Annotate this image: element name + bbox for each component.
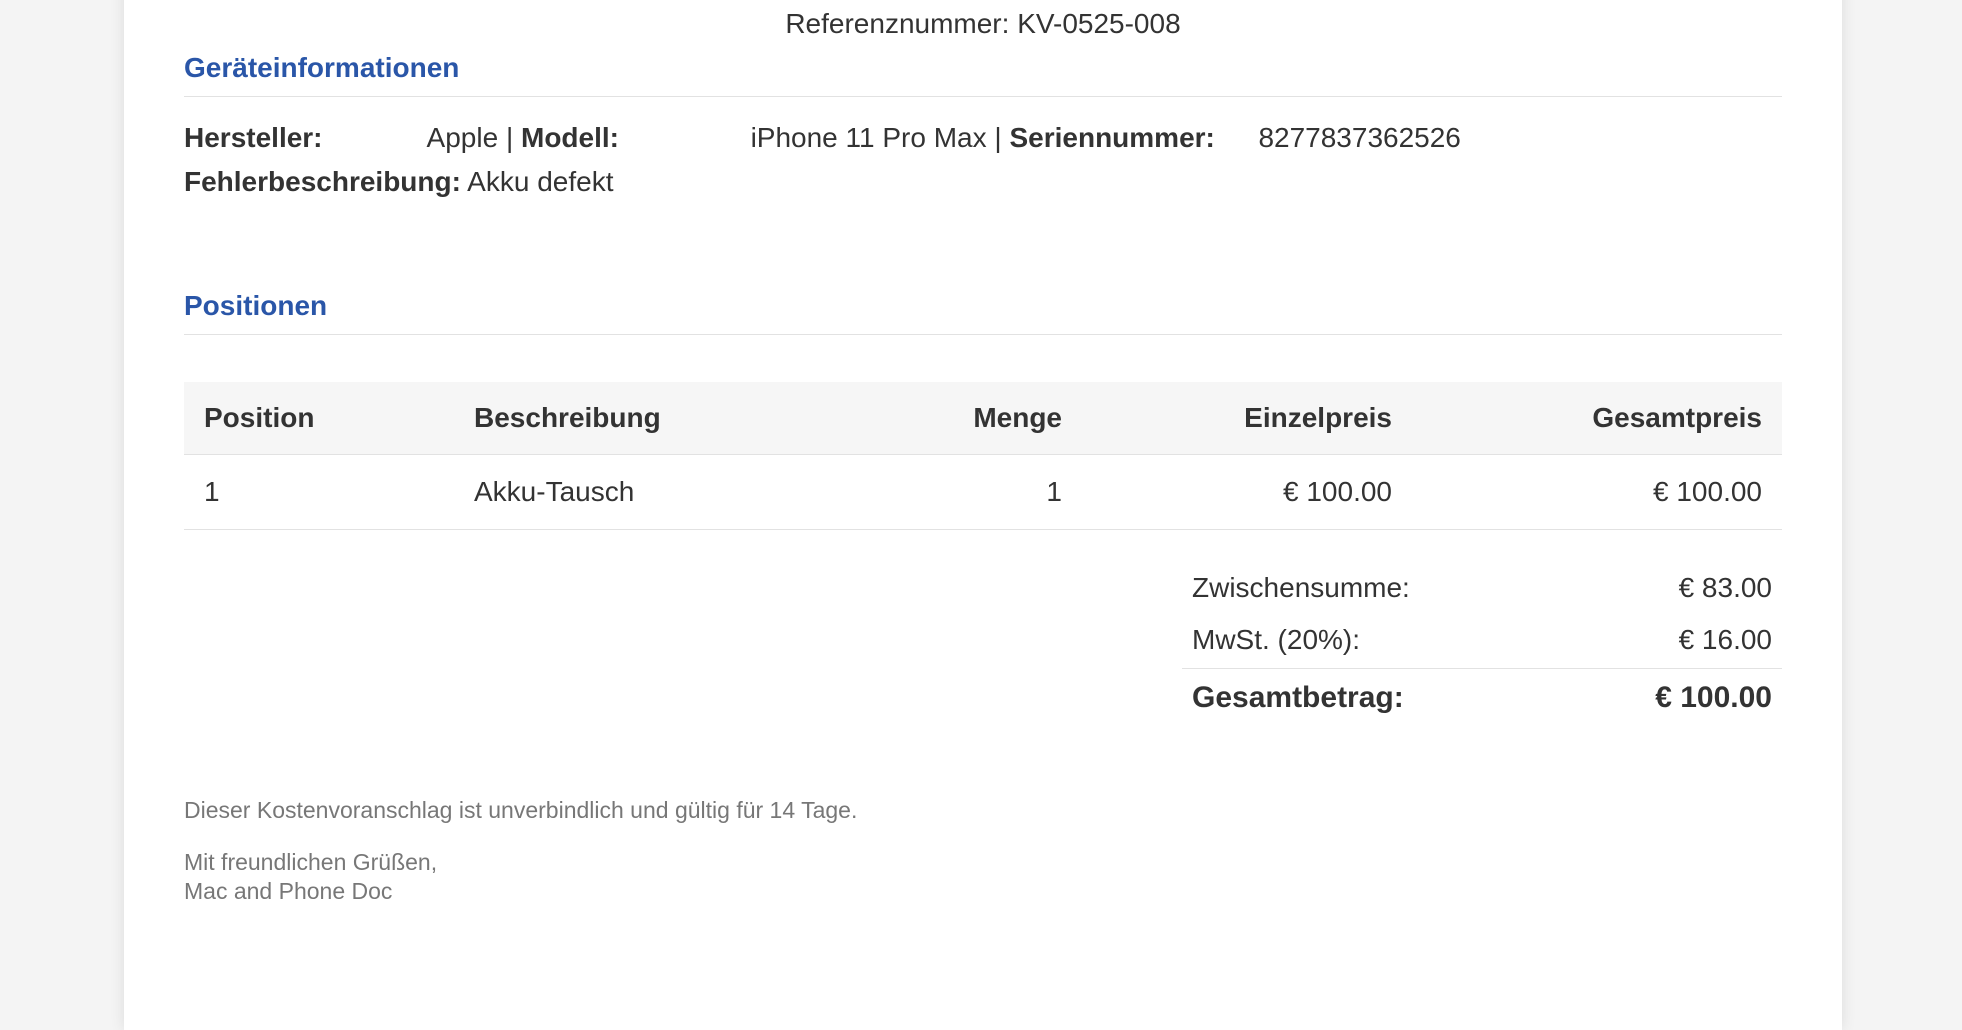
model-value: iPhone 11 Pro Max	[750, 122, 987, 153]
reference-number: Referenznummer: KV-0525-008	[785, 8, 1181, 39]
separator: |	[994, 122, 1002, 153]
positions-section-title: Positionen	[184, 290, 1782, 335]
subtotal-value: € 83.00	[1678, 572, 1772, 603]
cell-quantity: 1	[842, 454, 1082, 530]
subtotal-label: Zwischensumme:	[1192, 572, 1410, 603]
subtotal-row: Zwischensumme: € 83.00	[1182, 562, 1782, 614]
device-section-title: Geräteinformationen	[184, 52, 1782, 97]
positions-table: Position Beschreibung Menge Einzelpreis …	[184, 382, 1782, 530]
header-total-price: Gesamtpreis	[1412, 382, 1782, 455]
cell-total-price: € 100.00	[1412, 454, 1782, 530]
model-label: Modell:	[521, 122, 619, 153]
device-info-line: Hersteller: Apple | Modell: iPhone 11 Pr…	[184, 122, 1461, 154]
serial-label: Seriennummer:	[1009, 122, 1215, 153]
disclaimer-text: Dieser Kostenvoranschlag ist unverbindli…	[184, 797, 858, 823]
serial-value: 8277837362526	[1258, 122, 1461, 153]
vat-label: MwSt. (20%):	[1192, 624, 1361, 655]
cell-position: 1	[184, 454, 454, 530]
header-position: Position	[184, 382, 454, 455]
grand-total-label: Gesamtbetrag:	[1192, 681, 1404, 714]
fault-line: Fehlerbeschreibung: Akku defekt	[184, 166, 613, 198]
table-header-row: Position Beschreibung Menge Einzelpreis …	[184, 382, 1782, 455]
grand-total-row: Gesamtbetrag: € 100.00	[1182, 668, 1782, 727]
document-page: Referenznummer: KV-0525-008 Geräteinform…	[124, 0, 1842, 1030]
fault-value: Akku defekt	[467, 166, 614, 197]
separator: |	[505, 122, 514, 153]
company-name: Mac and Phone Doc	[184, 878, 393, 904]
table-row: 1 Akku-Tausch 1 € 100.00 € 100.00	[184, 454, 1782, 530]
header-unit-price: Einzelpreis	[1082, 382, 1412, 455]
cell-description: Akku-Tausch	[454, 454, 842, 530]
greeting-text: Mit freundlichen Grüßen,	[184, 849, 438, 875]
totals-block: Zwischensumme: € 83.00 MwSt. (20%): € 16…	[1182, 562, 1782, 727]
manufacturer-value: Apple	[426, 122, 499, 153]
document-content: Referenznummer: KV-0525-008 Geräteinform…	[184, 0, 1782, 1030]
manufacturer-label: Hersteller:	[184, 122, 323, 153]
cell-unit-price: € 100.00	[1082, 454, 1412, 530]
grand-total-value: € 100.00	[1655, 681, 1772, 714]
vat-value: € 16.00	[1678, 624, 1772, 655]
vat-row: MwSt. (20%): € 16.00	[1182, 614, 1782, 666]
header-description: Beschreibung	[454, 382, 842, 455]
fault-label: Fehlerbeschreibung:	[184, 166, 461, 197]
header-quantity: Menge	[842, 382, 1082, 455]
